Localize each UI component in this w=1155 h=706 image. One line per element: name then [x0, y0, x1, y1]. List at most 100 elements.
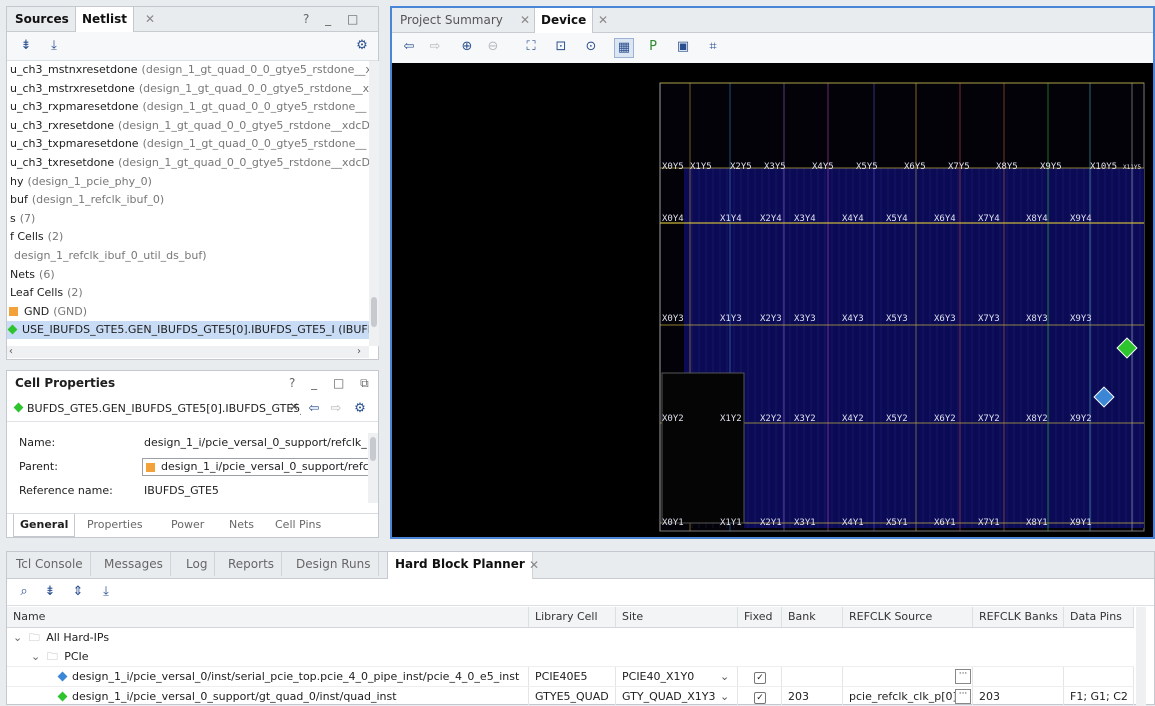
close-icon[interactable]: ✕ [145, 12, 155, 26]
col-bank[interactable]: Bank [782, 607, 843, 627]
more-icon[interactable]: ··· [955, 689, 971, 704]
col-data-pins[interactable]: Data Pins [1064, 607, 1134, 627]
table-row[interactable]: design_1_i/pcie_versal_0/inst/serial_pci… [7, 666, 1134, 686]
hscroll-right-icon[interactable]: › [357, 346, 361, 357]
back-icon[interactable]: ⇦ [305, 400, 323, 418]
tab-power[interactable]: Power [171, 518, 204, 531]
scroll-thumb[interactable] [370, 437, 376, 461]
chevron-down-icon[interactable]: ⌄ [720, 687, 729, 706]
tab-netlist[interactable]: Netlist [75, 7, 135, 32]
tab-properties[interactable]: Properties [87, 518, 143, 531]
expand-all-icon[interactable]: ⤓ [45, 37, 63, 55]
tree-row[interactable]: s (7) [7, 210, 369, 228]
fixed-checkbox[interactable]: ✓ [754, 672, 766, 684]
tree-row[interactable]: hy (design_1_pcie_phy_0) [7, 173, 369, 191]
tree-row[interactable]: GND (GND) [7, 303, 369, 321]
tab-log[interactable]: Log [179, 552, 216, 576]
tree-row[interactable]: u_ch3_mstrxresetdone (design_1_gt_quad_0_… [7, 80, 369, 98]
draw-pblock-icon[interactable]: ⌗ [704, 38, 722, 56]
prop-value[interactable]: design_1_i/pcie_versal_0_support/refclk_ [144, 433, 367, 453]
tab-hard-block-planner[interactable]: Hard Block Planner [387, 552, 533, 579]
tab-cell-pins[interactable]: Cell Pins [275, 518, 321, 531]
cell-site[interactable]: GTY_QUAD_X1Y3 ⌄ [616, 687, 738, 706]
tree-row[interactable]: buf (design_1_refclk_ibuf_0) [7, 191, 369, 209]
tab-project-summary[interactable]: Project Summary [394, 8, 509, 32]
hscroll-left-icon[interactable]: ‹ [9, 346, 13, 357]
zoom-fit-icon[interactable]: ⛶ [522, 38, 540, 56]
zoom-out-icon[interactable]: ⊖ [484, 38, 502, 56]
window-controls[interactable]: ? _ □ ⧉ [303, 7, 378, 50]
tree-node-all-hard-ips[interactable]: ⌄ 🗀 All Hard-IPs [7, 628, 529, 647]
tree-row[interactable]: USE_IBUFDS_GTE5.GEN_IBUFDS_GTE5[0].IBUFD… [7, 321, 369, 340]
netlist-hscroll[interactable]: ‹ › [7, 346, 369, 358]
col-site[interactable]: Site [616, 607, 738, 627]
forward-icon[interactable]: ⇨ [327, 400, 345, 418]
chevron-down-icon[interactable]: ⌄ [13, 631, 22, 644]
tree-row[interactable]: Nets (6) [7, 266, 369, 284]
tab-general[interactable]: General [13, 514, 76, 537]
cell-site[interactable]: PCIE40_X1Y0 ⌄ [616, 667, 738, 686]
tab-device[interactable]: Device [534, 8, 594, 33]
tab-sources[interactable]: Sources [9, 7, 75, 31]
forward-icon[interactable]: ⇨ [426, 38, 444, 56]
col-library-cell[interactable]: Library Cell [529, 607, 616, 627]
tab-design-runs[interactable]: Design Runs [289, 552, 379, 576]
tab-tcl-console[interactable]: Tcl Console [9, 552, 91, 576]
green-diamond-icon [57, 691, 68, 702]
tree-item-name: u_ch3_txpmaresetdone [10, 137, 139, 151]
scroll-thumb[interactable] [371, 297, 377, 327]
zoom-in-icon[interactable]: ⊕ [458, 38, 476, 56]
close-icon[interactable]: ✕ [598, 13, 608, 27]
tree-row[interactable]: design_1_refclk_ibuf_0_util_ds_buf) [7, 247, 369, 265]
tab-reports[interactable]: Reports [221, 552, 283, 576]
col-name[interactable]: Name [7, 607, 529, 627]
expand-all-icon[interactable]: ⇕ [69, 583, 87, 601]
fixed-checkbox[interactable]: ✓ [754, 692, 766, 704]
more-icon[interactable]: ··· [955, 669, 971, 684]
search-icon[interactable]: ⌕ [15, 583, 33, 601]
region-label: X1Y4 [720, 214, 742, 224]
col-refclk-source[interactable]: REFCLK Source [843, 607, 973, 627]
tree-row[interactable]: f Cells (2) [7, 228, 369, 246]
device-view[interactable]: X0Y5 X1Y5 X2Y5 X3Y5 X4Y5 X5Y5 X6Y5 X7Y5 X8Y5 X9Y5… [392, 63, 1153, 537]
collapse-all-icon[interactable]: ⇟ [41, 583, 59, 601]
tree-row[interactable]: Leaf Cells (2) [7, 284, 369, 302]
show-cells-icon[interactable]: ▣ [674, 38, 692, 56]
planner-scrollbar[interactable] [1136, 607, 1146, 706]
tree-label: PCIe [64, 650, 89, 663]
prop-value-box[interactable]: design_1_i/pcie_versal_0_support/refc [142, 458, 372, 476]
col-fixed[interactable]: Fixed [738, 607, 782, 627]
tab-messages[interactable]: Messages [97, 552, 171, 576]
device-canvas[interactable]: X0Y5 X1Y5 X2Y5 X3Y5 X4Y5 X5Y5 X6Y5 X7Y5 X8Y5 X9Y5… [392, 63, 1153, 537]
tree-row[interactable]: u_ch3_txpmaresetdone (design_1_gt_quad_0_… [7, 135, 369, 153]
zoom-selected-icon[interactable]: ⊡ [552, 38, 570, 56]
cell-fixed[interactable]: ✓ [738, 687, 782, 706]
auto-place-icon[interactable]: ⤓ [97, 583, 115, 601]
tab-nets[interactable]: Nets [229, 518, 254, 531]
window-controls[interactable]: ? _ □ ⧉ ✕ [289, 371, 378, 414]
autofit-icon[interactable]: ⊙ [582, 38, 600, 56]
tree-row[interactable]: u_ch3_rxresetdone (design_1_gt_quad_0_0_g… [7, 117, 369, 135]
cell-refclk-source[interactable]: ··· [843, 667, 973, 686]
close-icon[interactable]: ✕ [529, 558, 539, 572]
back-icon[interactable]: ⇦ [400, 38, 418, 56]
show-pblocks-icon[interactable]: P [644, 38, 662, 56]
collapse-all-icon[interactable]: ⇟ [17, 37, 35, 55]
tree-row[interactable]: u_ch3_rxpmaresetdone (design_1_gt_quad_0_… [7, 98, 369, 116]
chevron-down-icon[interactable]: ⌄ [720, 667, 729, 686]
cell-fixed[interactable]: ✓ [738, 667, 782, 686]
netlist-scrollbar[interactable] [369, 61, 379, 346]
chevron-down-icon[interactable]: ⌄ [31, 650, 40, 663]
region-label: X4Y2 [842, 414, 864, 424]
props-scrollbar[interactable] [368, 433, 378, 503]
gear-icon[interactable]: ⚙ [353, 37, 371, 55]
col-refclk-banks[interactable]: REFCLK Banks [973, 607, 1064, 627]
routing-resources-icon[interactable]: ▦ [614, 38, 634, 58]
tree-node-pcie[interactable]: ⌄ 🗀 PCIe [25, 647, 529, 666]
tree-row[interactable]: u_ch3_mstnxresetdone (design_1_gt_quad_0_… [7, 61, 369, 79]
gear-icon[interactable]: ⚙ [351, 400, 369, 418]
cell-refclk-source[interactable]: pcie_refclk_clk_p[0] ··· [843, 687, 973, 706]
table-row[interactable]: design_1_i/pcie_versal_0_support/gt_quad… [7, 686, 1134, 706]
tree-row[interactable]: u_ch3_txresetdone (design_1_gt_quad_0_0_g… [7, 154, 369, 172]
close-icon[interactable]: ✕ [520, 13, 530, 27]
